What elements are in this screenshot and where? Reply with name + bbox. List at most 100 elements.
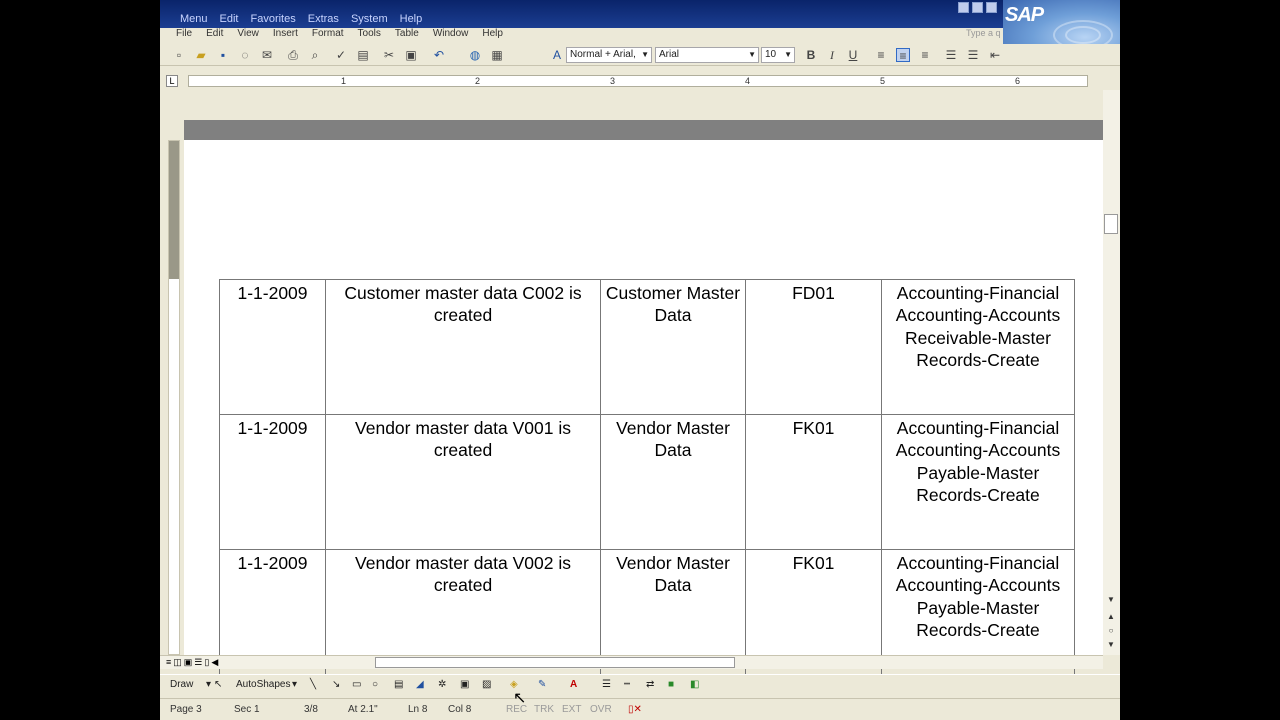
cut-icon[interactable]: ✂ [382, 48, 396, 62]
maximize-button[interactable] [972, 2, 983, 13]
font-color-icon[interactable]: A [570, 679, 577, 690]
vertical-scrollbar[interactable]: ▼ ▲ ○ ▼ [1103, 90, 1120, 655]
align-center-icon[interactable]: ≡ [896, 48, 910, 63]
ruler-number: 1 [341, 76, 347, 86]
align-right-icon[interactable]: ≡ [918, 48, 932, 62]
new-document-icon[interactable]: ▫ [172, 48, 186, 62]
tcode-cell[interactable]: FD01 [745, 279, 882, 415]
font-select[interactable]: Arial ▼ [655, 47, 759, 63]
autoshapes-menu-button[interactable]: AutoShapes [236, 679, 291, 690]
menu-path-cell[interactable]: Accounting-Financial Accounting-Accounts… [881, 279, 1075, 415]
line-color-icon[interactable]: ✎ [538, 679, 546, 690]
menu-edit[interactable]: Edit [206, 28, 223, 42]
sap-menu-favorites[interactable]: Favorites [251, 13, 296, 25]
menu-format[interactable]: Format [312, 28, 344, 42]
save-icon[interactable]: ▪ [216, 48, 230, 62]
status-trk[interactable]: TRK [534, 704, 554, 715]
menu-help[interactable]: Help [482, 28, 503, 42]
date-cell[interactable]: 1-1-2009 [219, 279, 326, 415]
rectangle-icon[interactable]: ▭ [352, 679, 361, 690]
menu-tools[interactable]: Tools [358, 28, 381, 42]
menu-insert[interactable]: Insert [273, 28, 298, 42]
email-icon[interactable]: ✉ [260, 48, 274, 62]
arrow-style-icon[interactable]: ⇄ [646, 679, 654, 690]
menu-file[interactable]: File [176, 28, 192, 42]
ruler-margin [169, 141, 179, 279]
window-controls [958, 2, 997, 13]
style-select[interactable]: Normal + Arial, ▼ [566, 47, 652, 63]
research-icon[interactable]: ▤ [356, 48, 370, 62]
scroll-left-icon[interactable]: ◀ [211, 657, 218, 668]
menu-path-cell[interactable]: Accounting-Financial Accounting-Accounts… [881, 414, 1075, 550]
close-button[interactable] [986, 2, 997, 13]
font-size-select[interactable]: 10 ▼ [761, 47, 795, 63]
hyperlink-icon[interactable]: ◍ [468, 48, 482, 62]
spelling-icon[interactable]: ✓ [334, 48, 348, 62]
menu-view[interactable]: View [237, 28, 259, 42]
sap-menu-system[interactable]: System [351, 13, 388, 25]
line-icon[interactable]: ╲ [310, 679, 316, 690]
diagram-icon[interactable]: ✲ [438, 679, 446, 690]
table-icon[interactable]: ▦ [490, 48, 504, 62]
line-style-icon[interactable]: ☰ [602, 679, 611, 690]
status-ext[interactable]: EXT [562, 704, 581, 715]
object-cell[interactable]: Vendor Master Data [600, 414, 746, 550]
picture-icon[interactable]: ▨ [482, 679, 491, 690]
menu-table[interactable]: Table [395, 28, 419, 42]
dash-style-icon[interactable]: ┅ [624, 679, 630, 690]
permission-icon[interactable]: ◌ [238, 48, 252, 62]
reading-view-icon[interactable]: ▯ [204, 657, 209, 668]
sap-menu-menu[interactable]: Menu [180, 13, 208, 25]
web-view-icon[interactable]: ◫ [173, 657, 182, 668]
chevron-down-icon: ▼ [641, 50, 649, 59]
sap-menu-help[interactable]: Help [400, 13, 423, 25]
description-cell[interactable]: Vendor master data V001 is created [325, 414, 601, 550]
description-cell[interactable]: Customer master data C002 is created [325, 279, 601, 415]
underline-icon[interactable]: U [846, 48, 860, 62]
select-objects-icon[interactable]: ↖ [214, 679, 222, 690]
spelling-status-icon[interactable]: ▯✕ [628, 704, 642, 715]
shadow-style-icon[interactable]: ■ [668, 679, 674, 690]
outline-view-icon[interactable]: ☰ [194, 657, 202, 668]
wordart-icon[interactable]: ◢ [416, 679, 424, 690]
numbering-icon[interactable]: ☰ [944, 48, 958, 62]
open-folder-icon[interactable]: ▰ [194, 48, 208, 62]
print-icon[interactable]: ⎙ [286, 48, 300, 62]
sap-titlebar: Menu Edit Favorites Extras System Help [160, 0, 1120, 30]
bullets-icon[interactable]: ☰ [966, 48, 980, 62]
status-ovr[interactable]: OVR [590, 704, 612, 715]
menu-window[interactable]: Window [433, 28, 469, 42]
scrollbar-thumb[interactable] [1104, 214, 1118, 234]
browse-object-icon[interactable]: ○ [1104, 624, 1118, 638]
decrease-indent-icon[interactable]: ⇤ [988, 48, 1002, 62]
textbox-icon[interactable]: ▤ [394, 679, 403, 690]
arrow-icon[interactable]: ↘ [332, 679, 340, 690]
3d-style-icon[interactable]: ◧ [690, 679, 699, 690]
italic-icon[interactable]: I [825, 48, 839, 62]
object-cell[interactable]: Customer Master Data [600, 279, 746, 415]
bold-icon[interactable]: B [804, 48, 818, 62]
scrollbar-thumb[interactable] [375, 657, 735, 668]
minimize-button[interactable] [958, 2, 969, 13]
sap-menu-extras[interactable]: Extras [308, 13, 339, 25]
tab-selector[interactable]: L [166, 75, 178, 87]
styles-icon[interactable]: A [550, 48, 564, 62]
previous-page-icon[interactable]: ▲ [1104, 610, 1118, 624]
normal-view-icon[interactable]: ≡ [166, 657, 171, 668]
document-page[interactable]: 1-1-2009 Customer master data C002 is cr… [184, 140, 1103, 685]
print-layout-icon[interactable]: ▣ [184, 657, 193, 668]
clipart-icon[interactable]: ▣ [460, 679, 469, 690]
sap-menu-edit[interactable]: Edit [220, 13, 239, 25]
oval-icon[interactable]: ○ [372, 679, 378, 690]
date-cell[interactable]: 1-1-2009 [219, 414, 326, 550]
draw-menu-button[interactable]: Draw [170, 679, 193, 690]
help-question-box[interactable]: Type a q [966, 28, 1001, 38]
next-page-icon[interactable]: ▼ [1104, 638, 1118, 652]
undo-icon[interactable]: ↶ [432, 48, 446, 62]
paste-icon[interactable]: ▣ [404, 48, 418, 62]
scroll-down-icon[interactable]: ▼ [1104, 593, 1118, 607]
tcode-cell[interactable]: FK01 [745, 414, 882, 550]
print-preview-icon[interactable]: ⌕ [308, 48, 322, 62]
horizontal-scrollbar[interactable]: ≡ ◫ ▣ ☰ ▯ ◀ [160, 655, 1103, 669]
align-left-icon[interactable]: ≡ [874, 48, 888, 62]
